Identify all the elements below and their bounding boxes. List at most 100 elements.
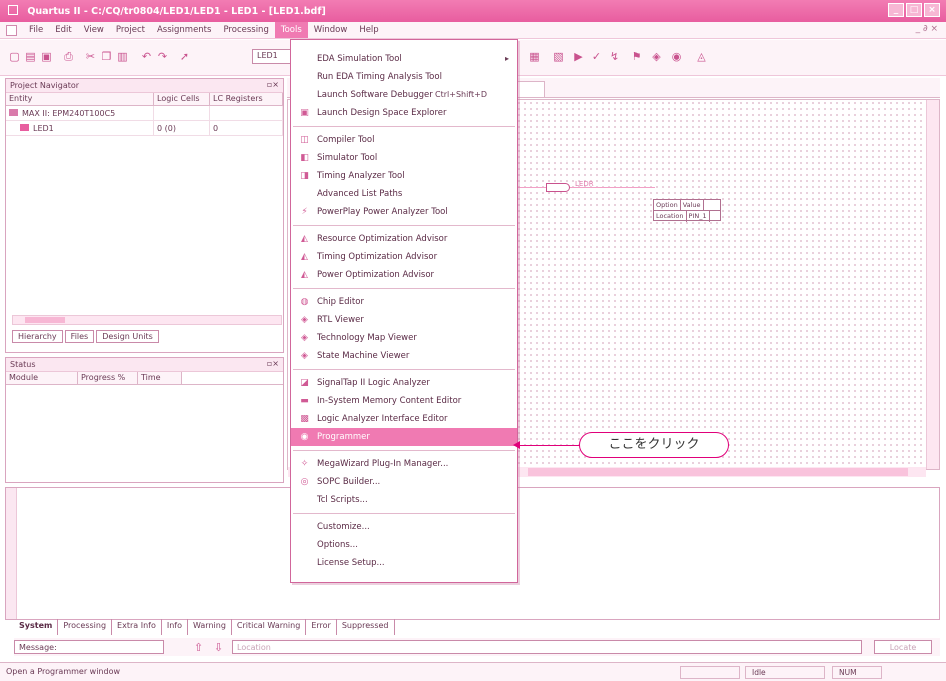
menu-item-launch-design-space-explorer[interactable]: ▣ Launch Design Space Explorer [291,104,517,122]
panel-close-icon[interactable]: ▫× [267,359,279,368]
menu-edit[interactable]: Edit [49,22,77,38]
menu-assignments[interactable]: Assignments [151,22,217,38]
menu-tools[interactable]: Tools [274,22,308,38]
redo-icon[interactable]: ↷ [156,50,169,63]
tab-led1-bdf[interactable] [517,81,545,97]
menu-item-powerplay-power-analyzer-tool[interactable]: ⚡ PowerPlay Power Analyzer Tool [291,203,517,221]
lai-icon: ▩ [300,414,309,424]
tab-hierarchy[interactable]: Hierarchy [12,330,63,343]
tab-warning[interactable]: Warning [188,619,232,635]
menu-item-timing-analyzer-tool[interactable]: ◨ Timing Analyzer Tool [291,167,517,185]
menu-item-label: Run EDA Timing Analysis Tool [317,72,442,82]
message-filter[interactable]: Message: [14,640,164,654]
start-compilation-icon[interactable]: ▶ [572,50,585,63]
menu-item-timing-optimization-advisor[interactable]: ◭ Timing Optimization Advisor [291,248,517,266]
report-icon[interactable]: ⚑ [630,50,643,63]
column-entity[interactable]: Entity [6,93,154,105]
menu-item-chip-editor[interactable]: ◍ Chip Editor [291,293,517,311]
menu-item-megawizard-plug-in-manager[interactable]: ✧ MegaWizard Plug-In Manager... [291,455,517,473]
column-logic-cells[interactable]: Logic Cells [154,93,210,105]
menu-item-sopc-builder[interactable]: ◎ SOPC Builder... [291,473,517,491]
tab-design-units[interactable]: Design Units [96,330,159,343]
callout-label: ここをクリック [579,432,729,458]
menu-item-eda-simulation-tool[interactable]: EDA Simulation Tool ▸ [291,50,517,68]
entity-select[interactable]: LED1 [252,49,292,64]
settings-icon[interactable]: ▧ [552,50,565,63]
menu-item-tcl-scripts[interactable]: Tcl Scripts... [291,491,517,509]
column-progress[interactable]: Progress % [78,372,138,384]
menu-item-advanced-list-paths[interactable]: Advanced List Paths [291,185,517,203]
sim-report-icon[interactable]: ◉ [670,50,683,63]
save-icon[interactable]: ▣ [40,50,53,63]
menu-item-label: Tcl Scripts... [317,495,368,505]
horizontal-scrollbar[interactable] [12,315,282,325]
menu-help[interactable]: Help [353,22,384,38]
menu-item-in-system-memory-content-editor[interactable]: ▬ In-System Memory Content Editor [291,392,517,410]
cut-icon[interactable]: ✂ [84,50,97,63]
tab-critical-warning[interactable]: Critical Warning [232,619,307,635]
new-icon[interactable]: ▢ [8,50,21,63]
menu-view[interactable]: View [78,22,110,38]
print-icon[interactable]: ⎙ [62,50,75,63]
menu-item-options[interactable]: Options... [291,536,517,554]
paste-icon[interactable]: ▥ [116,50,129,63]
document-icon[interactable] [6,24,17,36]
copy-icon[interactable]: ❐ [100,50,113,63]
tab-extra-info[interactable]: Extra Info [112,619,162,635]
next-message-icon[interactable]: ⇩ [212,641,225,654]
tab-info[interactable]: Info [162,619,188,635]
menu-item-resource-optimization-advisor[interactable]: ◭ Resource Optimization Advisor [291,230,517,248]
maximize-button[interactable]: □ [906,3,922,17]
minimize-button[interactable]: _ [888,3,904,17]
menu-item-logic-analyzer-interface-editor[interactable]: ▩ Logic Analyzer Interface Editor [291,410,517,428]
column-time[interactable]: Time [138,372,182,384]
previous-message-icon[interactable]: ⇧ [192,641,205,654]
menu-item-license-setup[interactable]: License Setup... [291,554,517,572]
timing-icon[interactable]: ↯ [608,50,621,63]
programmer-icon[interactable]: ◬ [695,50,708,63]
status-text: Open a Programmer window [6,667,121,676]
table-row[interactable]: LED1 0 (0) 0 [6,120,283,136]
menu-item-compiler-tool[interactable]: ◫ Compiler Tool [291,131,517,149]
tab-suppressed[interactable]: Suppressed [337,619,395,635]
menu-item-signaltap-ii-logic-analyzer[interactable]: ◪ SignalTap II Logic Analyzer [291,374,517,392]
analysis-icon[interactable]: ✓ [590,50,603,63]
menu-file[interactable]: File [23,22,49,38]
menu-item-simulator-tool[interactable]: ◧ Simulator Tool [291,149,517,167]
menu-processing[interactable]: Processing [217,22,274,38]
tab-processing[interactable]: Processing [58,619,113,635]
menu-item-state-machine-viewer[interactable]: ◈ State Machine Viewer [291,347,517,365]
messages-side-label [6,488,17,619]
menu-item-customize[interactable]: Customize... [291,518,517,536]
table-row[interactable]: MAX II: EPM240T100C5 [6,105,283,121]
menu-window[interactable]: Window [308,22,354,38]
column-module[interactable]: Module [6,372,78,384]
tab-error[interactable]: Error [306,619,337,635]
menu-item-rtl-viewer[interactable]: ◈ RTL Viewer [291,311,517,329]
output-pin[interactable] [546,183,570,192]
undo-icon[interactable]: ↶ [140,50,153,63]
simulate-icon[interactable]: ◈ [650,50,663,63]
column-lc-registers[interactable]: LC Registers [210,93,283,105]
vertical-scrollbar[interactable] [926,100,939,469]
tab-files[interactable]: Files [64,330,95,343]
location-field[interactable]: Location [232,640,862,654]
menu-item-programmer[interactable]: ◉ Programmer [291,428,517,446]
menu-item-power-optimization-advisor[interactable]: ◭ Power Optimization Advisor [291,266,517,284]
locate-button[interactable]: Locate [874,640,932,654]
timing-icon: ◨ [300,171,309,181]
mdi-controls[interactable]: _ ∂ × [916,24,938,34]
menu-project[interactable]: Project [110,22,151,38]
menu-item-launch-software-debugger[interactable]: Launch Software Debugger Ctrl+Shift+D [291,86,517,104]
menu-shortcut: Ctrl+Shift+D [435,90,487,99]
panel-close-icon[interactable]: ▫× [267,80,279,89]
close-button[interactable]: × [924,3,940,17]
entity-name: LED1 [33,123,54,133]
menu-item-run-eda-timing-analysis-tool[interactable]: Run EDA Timing Analysis Tool [291,68,517,86]
chip-planner-icon[interactable]: ▦ [528,50,541,63]
help-pointer-icon[interactable]: ➚ [178,50,191,63]
tab-system[interactable]: System [14,619,59,635]
open-icon[interactable]: ▤ [24,50,37,63]
menu-separator [293,126,515,127]
menu-item-technology-map-viewer[interactable]: ◈ Technology Map Viewer [291,329,517,347]
